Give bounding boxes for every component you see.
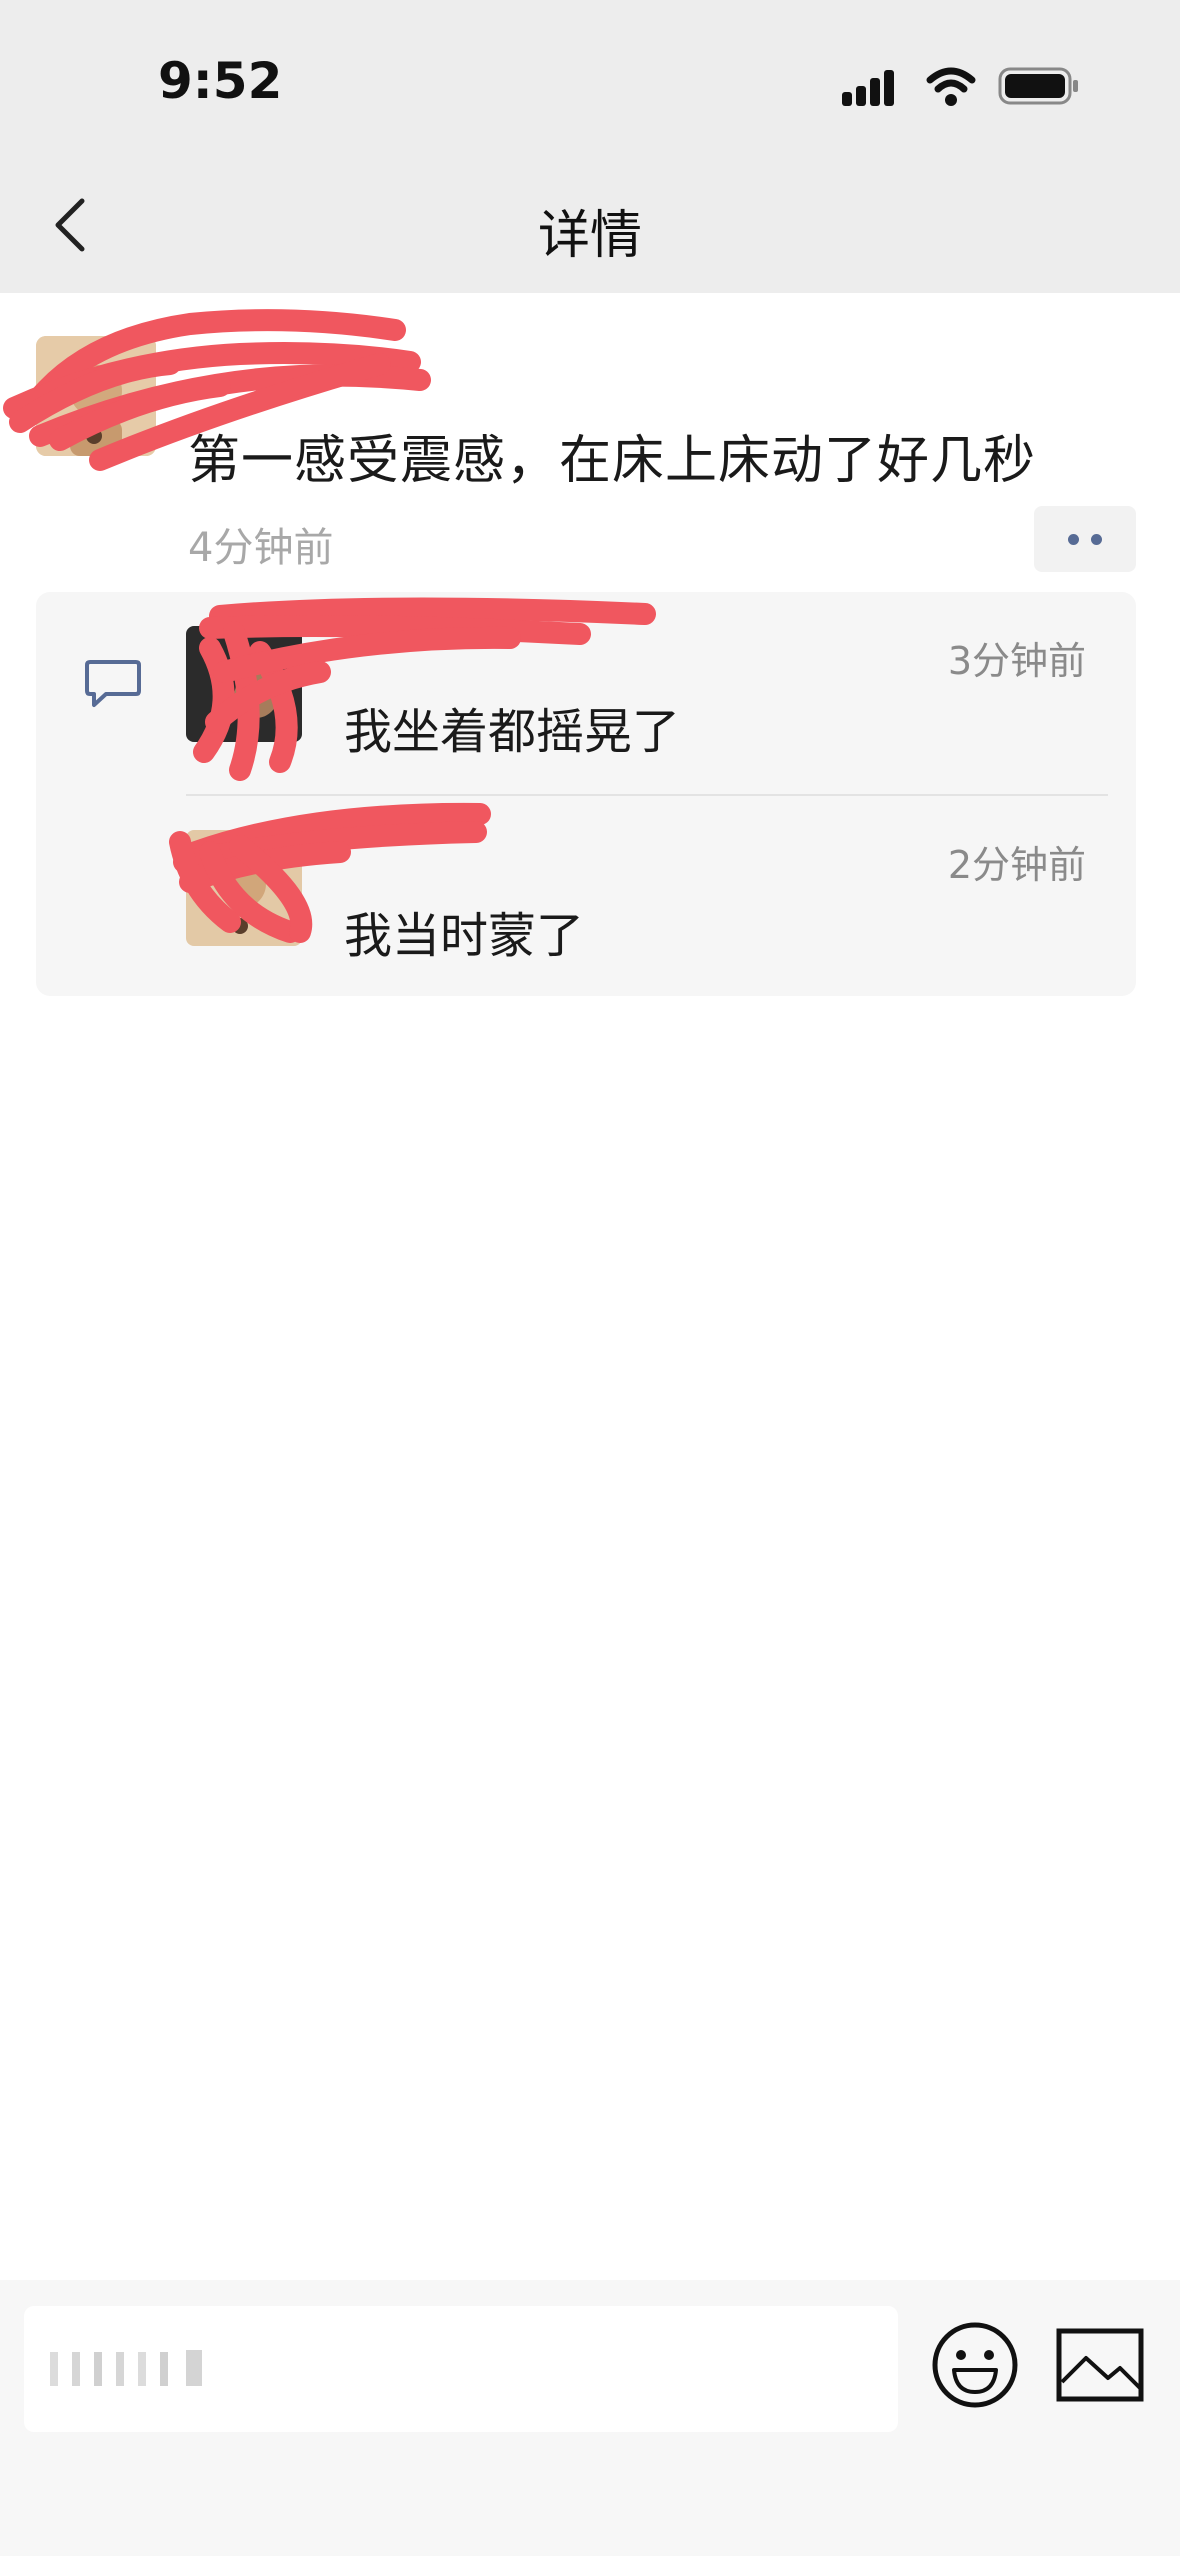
comment-icon	[85, 660, 141, 707]
comment-timestamp: 3分钟前	[947, 639, 1086, 683]
wifi-icon	[926, 67, 976, 106]
comment-timestamp: 2分钟前	[947, 843, 1086, 887]
status-time: 9:52	[158, 52, 283, 110]
comment-divider	[186, 794, 1108, 796]
comment-text: 我坐着都摇晃了	[344, 704, 681, 760]
post-timestamp: 4分钟前	[188, 525, 334, 571]
avatar-image	[36, 336, 156, 456]
more-options-button[interactable]	[1034, 506, 1136, 572]
emoji-icon[interactable]	[930, 2320, 1020, 2410]
post-text: 第一感受震感，在床上床动了好几秒	[188, 431, 1037, 491]
comment-item[interactable]: 3分钟前 我坐着都摇晃了	[186, 592, 1116, 792]
avatar-image	[186, 830, 302, 946]
more-dot	[1091, 533, 1102, 545]
image-icon[interactable]	[1056, 2328, 1144, 2402]
comment-input[interactable]	[24, 2306, 898, 2432]
avatar-image	[186, 626, 302, 742]
comment-input-bar	[0, 2280, 1180, 2556]
more-dot	[1068, 533, 1079, 545]
comment-text: 我当时蒙了	[344, 908, 585, 964]
cellular-signal-icon	[842, 70, 894, 106]
comment-item[interactable]: 2分钟前 我当时蒙了	[186, 796, 1116, 996]
header: 9:52 详情	[0, 0, 1180, 293]
comment-author-avatar[interactable]	[186, 626, 302, 742]
post-author-avatar[interactable]	[36, 336, 156, 456]
detail-page: 9:52 详情 第一感受震感，在床上床动了好几秒 4分钟前 3分钟前 我坐着都摇…	[0, 0, 1180, 2556]
comment-author-avatar[interactable]	[186, 830, 302, 946]
input-cursor-blur	[50, 2350, 202, 2386]
page-title: 详情	[537, 206, 642, 266]
battery-icon	[998, 67, 1078, 105]
